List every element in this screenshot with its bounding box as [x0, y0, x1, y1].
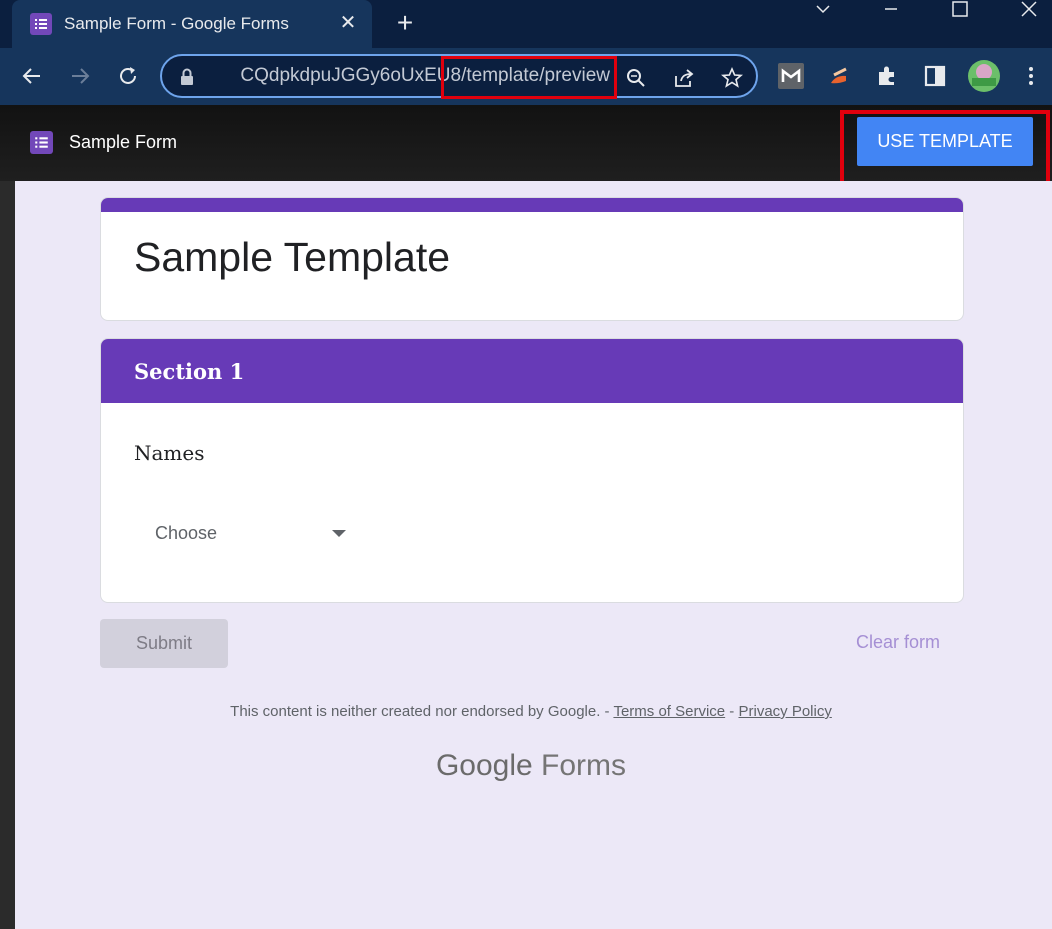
use-template-highlight-box [840, 110, 1050, 186]
logo-google-text: Google [435, 749, 533, 782]
minimize-icon[interactable] [868, 2, 914, 22]
bookmark-star-icon[interactable] [718, 64, 746, 92]
form-page: Sample Template Section 1 Names Choose S… [15, 181, 1052, 929]
new-tab-icon[interactable]: + [390, 8, 420, 38]
tab-search-icon[interactable] [800, 2, 846, 22]
title-accent-bar [101, 198, 963, 212]
browser-tab[interactable]: Sample Form - Google Forms ✕ [12, 0, 372, 48]
tab-strip: Sample Form - Google Forms ✕ + [0, 0, 1052, 48]
forms-logo-icon [30, 131, 53, 154]
disclaimer-text: This content is neither created nor endo… [230, 703, 601, 720]
terms-link[interactable]: Terms of Service [613, 703, 725, 720]
brush-icon[interactable] [825, 62, 853, 90]
section-header: Section 1 [101, 339, 963, 403]
sidepanel-icon[interactable] [921, 62, 949, 90]
form-title: Sample Template [134, 234, 451, 280]
url-highlight-box [441, 56, 617, 99]
form-name: Sample Form [69, 132, 178, 152]
more-menu-icon[interactable] [1017, 62, 1045, 90]
window-close-icon[interactable] [1006, 0, 1052, 20]
maximize-icon[interactable] [937, 0, 983, 20]
dropdown-arrow-icon [332, 530, 346, 537]
title-card: Sample Template [100, 197, 964, 321]
lock-icon[interactable] [180, 68, 194, 91]
logo-forms-text: Forms [541, 749, 627, 782]
gmail-m-icon[interactable] [777, 62, 805, 90]
back-icon[interactable] [16, 60, 48, 92]
share-icon[interactable] [670, 64, 698, 92]
zoom-icon[interactable] [622, 64, 650, 92]
google-forms-logo[interactable]: Google Forms [15, 749, 1047, 783]
reload-icon[interactable] [112, 60, 144, 92]
section-card: Section 1 Names Choose [100, 338, 964, 603]
tab-close-icon[interactable]: ✕ [335, 10, 361, 36]
names-dropdown[interactable]: Choose [134, 509, 354, 557]
disclaimer: This content is neither created nor endo… [15, 703, 1047, 720]
question-label: Names [134, 441, 205, 465]
separator: - [725, 703, 739, 720]
left-gutter [0, 181, 15, 929]
privacy-link[interactable]: Privacy Policy [738, 703, 831, 720]
separator: - [600, 703, 614, 720]
forms-favicon-icon [30, 13, 52, 35]
dropdown-value: Choose [155, 523, 218, 543]
forward-icon[interactable] [64, 60, 96, 92]
clear-form-link[interactable]: Clear form [856, 632, 940, 653]
section-title: Section 1 [134, 359, 245, 384]
puzzle-icon[interactable] [873, 62, 901, 90]
avatar[interactable] [968, 60, 1000, 92]
tab-title: Sample Form - Google Forms [64, 14, 289, 33]
submit-button[interactable]: Submit [100, 619, 228, 668]
